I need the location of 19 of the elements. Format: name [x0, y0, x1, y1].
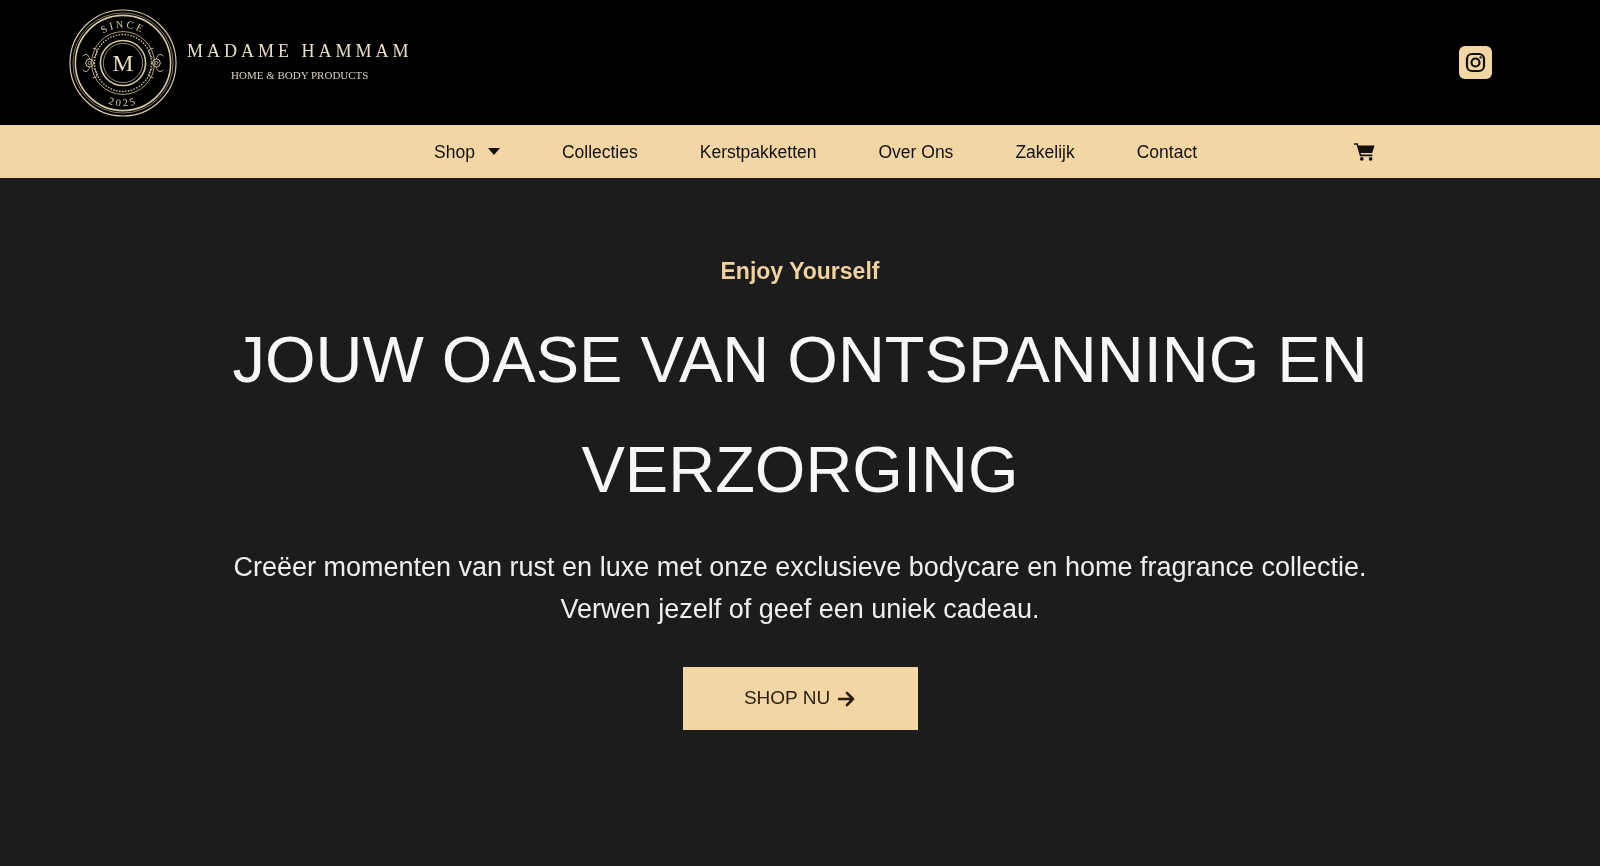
caret-icon [487, 148, 500, 155]
nav-link[interactable]: Kerstpakketten [699, 140, 817, 163]
cart-icon[interactable] [1354, 142, 1375, 161]
nav-link[interactable]: Contact [1136, 140, 1197, 163]
hero-heading: JOUW OASE VAN ONTSPANNING EN VERZORGING [231, 322, 1369, 508]
nav-link[interactable]: Collecties [561, 140, 638, 163]
monogram: M [112, 49, 134, 76]
emblem-text: SINCE [98, 17, 147, 35]
nav-link[interactable]: Zakelijk [1015, 140, 1075, 163]
brand-name: MADAME HAMMAM [187, 41, 413, 61]
hero-text: Creëer momenten van rust en luxe met onze exclusieve bodycare en home fragrance collectie. Verwen jezelf of geef een uniek cadeau. [232, 551, 1368, 626]
brand-tagline: HOME & BODY PRODUCTS [231, 69, 369, 82]
eyebrow-text: Enjoy Yourself [720, 258, 880, 284]
nav-link[interactable]: Shop [434, 140, 500, 163]
emblem-text: 2025 [107, 94, 139, 108]
arrow-right-icon [838, 690, 857, 707]
shop-button[interactable]: SHOP NU [682, 667, 918, 730]
nav-link[interactable]: Over Ons [878, 140, 954, 163]
camera-icon[interactable] [1459, 46, 1492, 79]
